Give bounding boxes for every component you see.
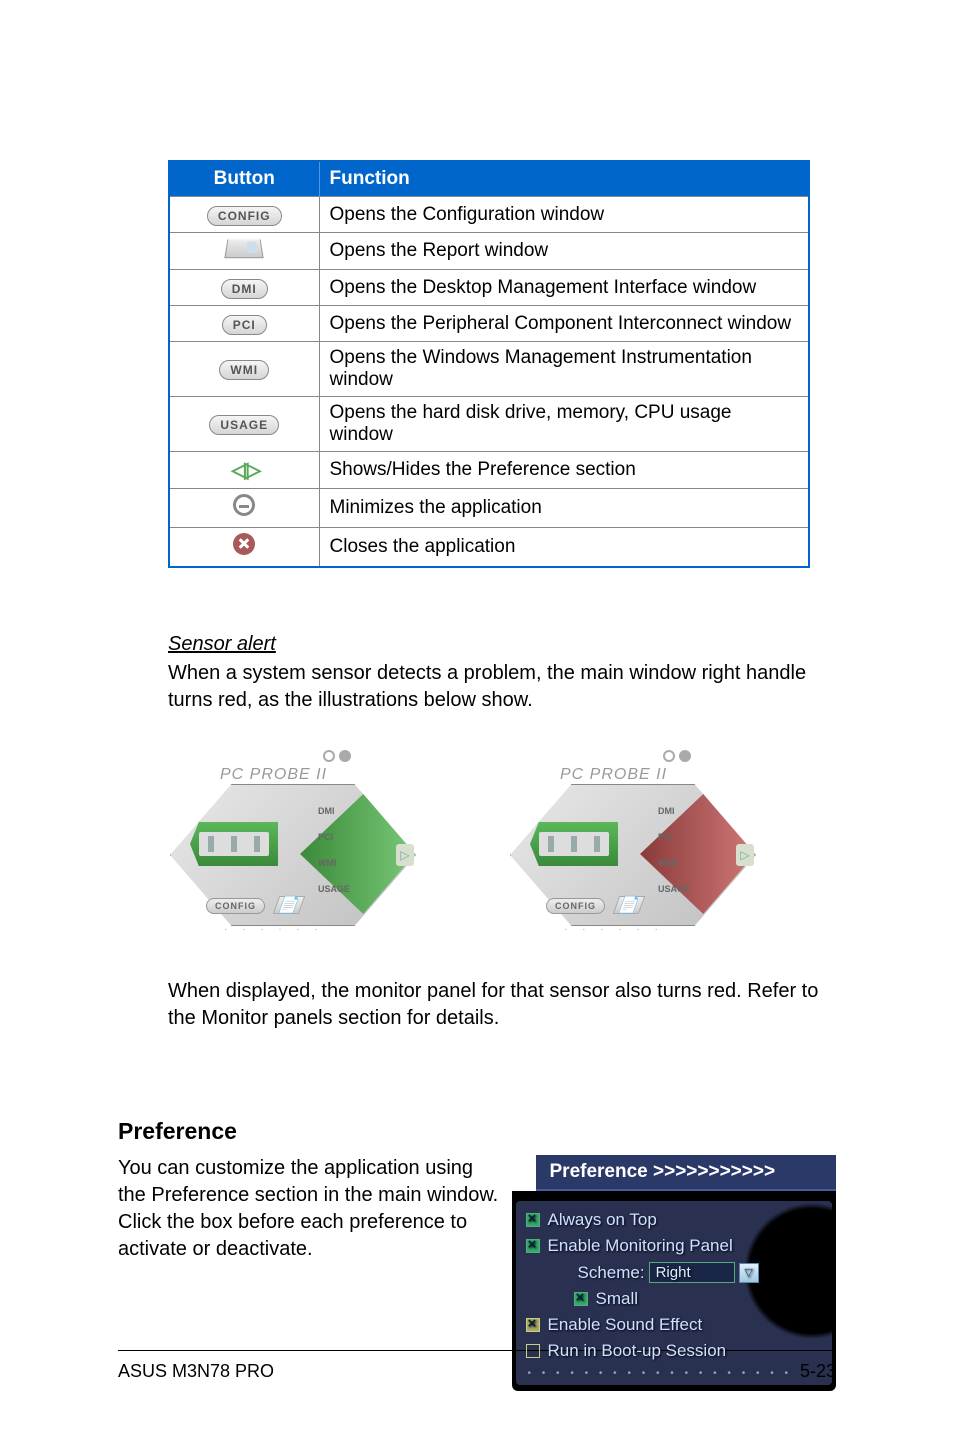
close-icon (169, 528, 319, 568)
pref-label: Always on Top (548, 1210, 657, 1229)
pref-label: Enable Sound Effect (548, 1315, 703, 1334)
pref-enable-monitoring[interactable]: Enable Monitoring Panel (524, 1233, 825, 1259)
hex-label-dmi: DMI (658, 798, 690, 824)
checkbox-icon[interactable] (526, 1344, 540, 1358)
illustration-row: PC PROBE II DMI PCI WMI USAGE ▷ CONFIG 📄… (168, 742, 836, 942)
hex-monitor-icon (530, 822, 618, 866)
hex-label-wmi: WMI (658, 850, 690, 876)
table-row: USAGE Opens the hard disk drive, memory,… (169, 397, 809, 452)
table-row: Opens the Report window (169, 233, 809, 270)
table-row: WMI Opens the Windows Management Instrum… (169, 342, 809, 397)
hex-label-pci: PCI (318, 824, 350, 850)
dropdown-icon[interactable]: ▽ (739, 1263, 759, 1283)
table-row: PCI Opens the Peripheral Component Inter… (169, 306, 809, 342)
fn-cell: Opens the Peripheral Component Interconn… (319, 306, 809, 342)
checkbox-icon[interactable] (526, 1318, 540, 1332)
scheme-label: Scheme: (578, 1263, 645, 1283)
pref-label: Small (596, 1289, 639, 1308)
button-function-table: Button Function CONFIG Opens the Configu… (168, 160, 810, 568)
hex-label-pci: PCI (658, 824, 690, 850)
pci-button-icon: PCI (169, 306, 319, 342)
fn-cell: Opens the Configuration window (319, 197, 809, 233)
table-row: Minimizes the application (169, 489, 809, 528)
scheme-select[interactable]: Right (649, 1262, 735, 1283)
hex-label-usage: USAGE (658, 876, 690, 902)
fn-cell: Opens the hard disk drive, memory, CPU u… (319, 397, 809, 452)
table-row: DMI Opens the Desktop Management Interfa… (169, 270, 809, 306)
decorative-dots: • • • • • • • • • • • • • • • • • • • (524, 1364, 825, 1381)
checkbox-icon[interactable] (574, 1292, 588, 1306)
checkbox-icon[interactable] (526, 1213, 540, 1227)
expand-arrow-icon: ▷ (396, 844, 414, 866)
preference-panel: Preference >>>>>>>>>>> Always on Top Ena… (512, 1155, 837, 1391)
hex-config-label: CONFIG (546, 898, 605, 914)
toggle-pref-icon: ◁▷ (169, 452, 319, 489)
table-row: CONFIG Opens the Configuration window (169, 197, 809, 233)
table-row: ◁▷ Shows/Hides the Preference section (169, 452, 809, 489)
fn-cell: Closes the application (319, 528, 809, 568)
hex-config-label: CONFIG (206, 898, 265, 914)
hex-label-dmi: DMI (318, 798, 350, 824)
pref-enable-sound[interactable]: Enable Sound Effect (524, 1312, 825, 1338)
checkbox-icon[interactable] (526, 1239, 540, 1253)
pref-run-boot[interactable]: Run in Boot-up Session (524, 1338, 825, 1364)
sensor-alert-para2: When displayed, the monitor panel for th… (168, 978, 836, 1032)
th-button: Button (169, 161, 319, 197)
hex-monitor-icon (190, 822, 278, 866)
preference-heading: Preference (118, 1118, 836, 1145)
fn-cell: Opens the Report window (319, 233, 809, 270)
th-function: Function (319, 161, 809, 197)
expand-arrow-icon: ▷ (736, 844, 754, 866)
hex-title: PC PROBE II (560, 766, 667, 784)
usage-button-icon: USAGE (169, 397, 319, 452)
pref-label: Run in Boot-up Session (548, 1341, 727, 1360)
fn-cell: Shows/Hides the Preference section (319, 452, 809, 489)
pref-always-on-top[interactable]: Always on Top (524, 1207, 825, 1233)
footer-left: ASUS M3N78 PRO (118, 1361, 274, 1382)
minimize-icon (169, 489, 319, 528)
dmi-button-icon: DMI (169, 270, 319, 306)
fn-cell: Opens the Windows Management Instrumenta… (319, 342, 809, 397)
preference-panel-title: Preference >>>>>>>>>>> (536, 1155, 837, 1191)
wmi-button-icon: WMI (169, 342, 319, 397)
pref-small[interactable]: Small (572, 1286, 825, 1312)
sensor-alert-heading: Sensor alert (168, 633, 836, 656)
pc-probe-alert: PC PROBE II DMI PCI WMI USAGE ▷ CONFIG 📄… (508, 742, 758, 942)
pc-probe-normal: PC PROBE II DMI PCI WMI USAGE ▷ CONFIG 📄… (168, 742, 418, 942)
config-button-icon: CONFIG (169, 197, 319, 233)
sensor-alert-para1: When a system sensor detects a problem, … (168, 660, 836, 714)
fn-cell: Minimizes the application (319, 489, 809, 528)
pref-label: Enable Monitoring Panel (548, 1236, 733, 1255)
table-row: Closes the application (169, 528, 809, 568)
fn-cell: Opens the Desktop Management Interface w… (319, 270, 809, 306)
pref-scheme-row: Scheme: Right ▽ (554, 1259, 825, 1286)
hex-label-wmi: WMI (318, 850, 350, 876)
hex-title: PC PROBE II (220, 766, 327, 784)
hex-label-usage: USAGE (318, 876, 350, 902)
report-button-icon (169, 233, 319, 270)
